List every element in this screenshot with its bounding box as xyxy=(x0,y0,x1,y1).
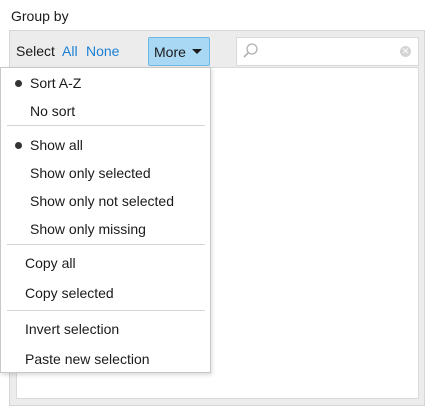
clear-icon[interactable]: ✕ xyxy=(400,46,411,57)
more-button-label: More xyxy=(154,43,186,60)
select-none-link[interactable]: None xyxy=(86,43,119,59)
menu-item-copy-selected[interactable]: Copy selected xyxy=(25,285,114,301)
more-button[interactable]: More xyxy=(148,37,210,66)
menu-item-show-all[interactable]: Show all xyxy=(30,137,83,153)
menu-item-show-only-selected[interactable]: Show only selected xyxy=(30,165,151,181)
menu-separator xyxy=(7,244,205,245)
radio-bullet-icon xyxy=(15,142,22,149)
menu-item-copy-all[interactable]: Copy all xyxy=(25,255,76,271)
radio-bullet-icon xyxy=(15,80,22,87)
search-box[interactable]: ✕ xyxy=(236,37,419,66)
menu-item-no-sort[interactable]: No sort xyxy=(30,103,75,119)
menu-item-sort-az[interactable]: Sort A-Z xyxy=(30,75,81,91)
menu-separator xyxy=(7,310,205,311)
menu-item-paste-new-selection[interactable]: Paste new selection xyxy=(25,351,150,367)
search-input[interactable] xyxy=(261,41,405,63)
menu-item-invert-selection[interactable]: Invert selection xyxy=(25,321,119,337)
menu-item-show-only-missing[interactable]: Show only missing xyxy=(30,221,146,237)
search-icon xyxy=(243,43,258,58)
select-label: Select xyxy=(16,43,55,59)
menu-item-show-only-not-selected[interactable]: Show only not selected xyxy=(30,193,174,209)
group-by-title: Group by xyxy=(11,8,69,24)
more-menu: Sort A-Z No sort Show all Show only sele… xyxy=(0,67,211,373)
menu-separator xyxy=(7,125,205,126)
select-all-link[interactable]: All xyxy=(62,43,78,59)
caret-down-icon xyxy=(191,49,202,54)
